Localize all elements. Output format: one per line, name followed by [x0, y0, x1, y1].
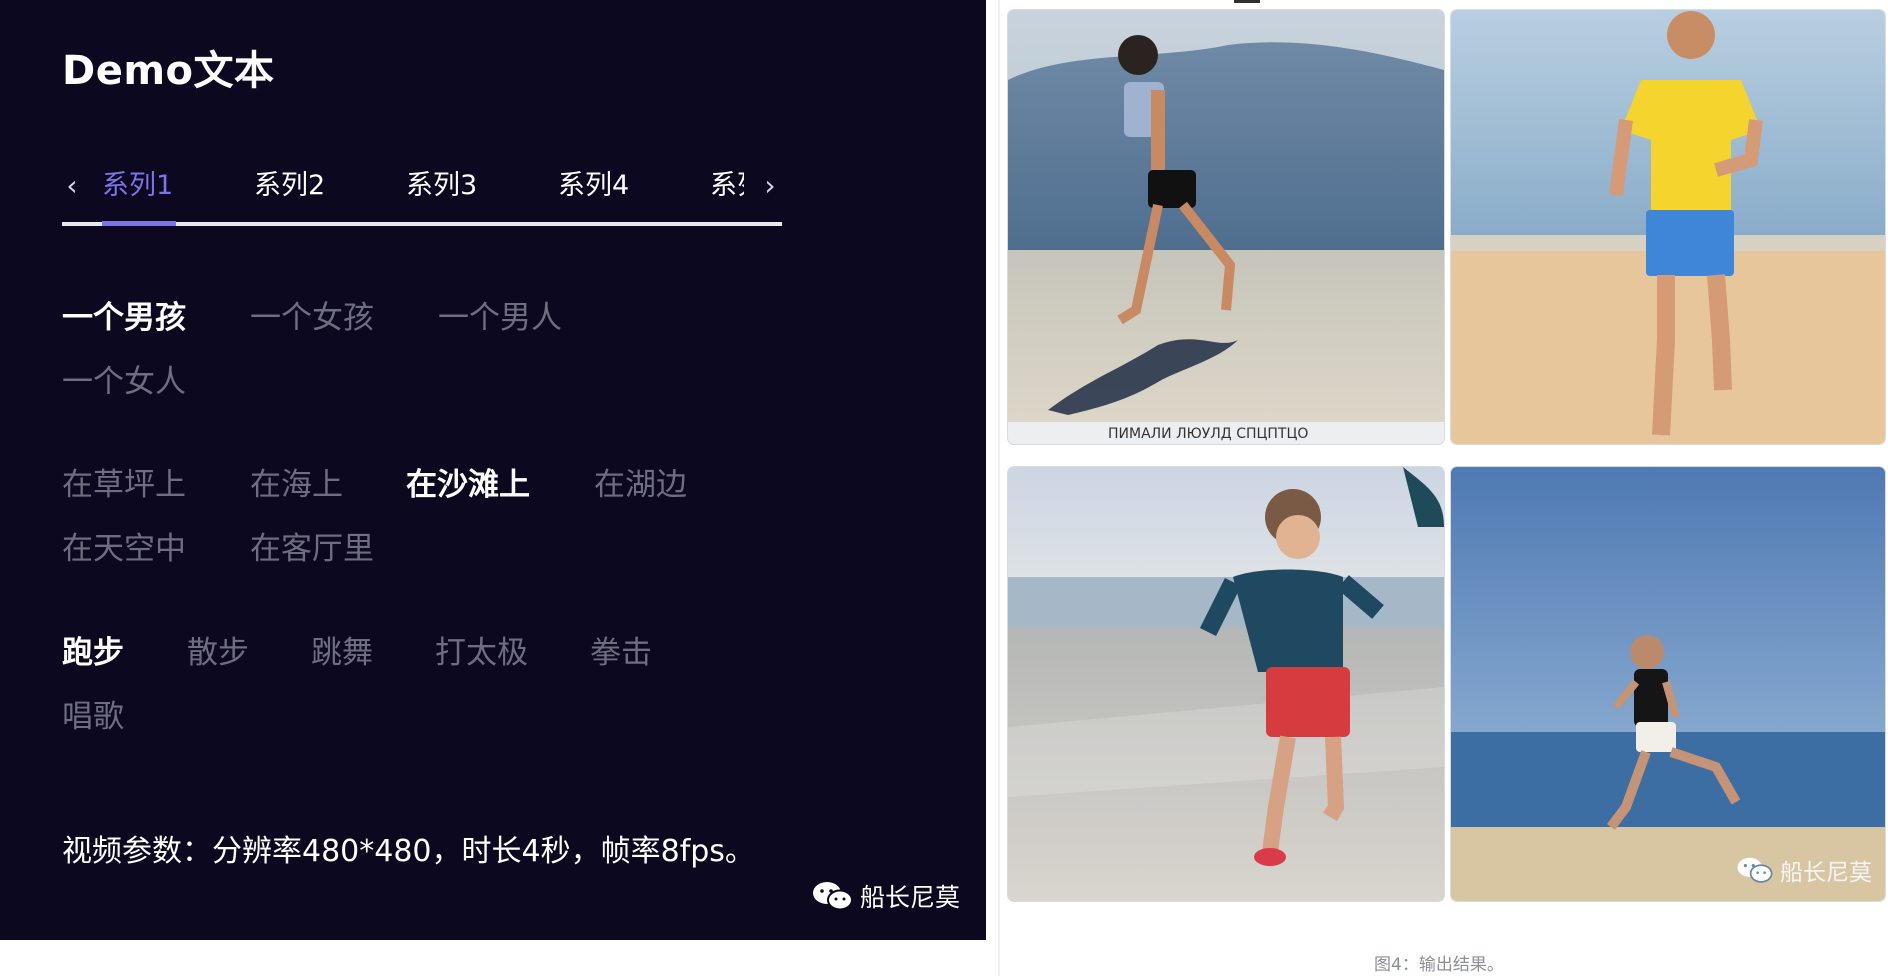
watermark-text: 船长尼莫 [860, 883, 961, 912]
wechat-icon [1737, 857, 1773, 883]
option-walking[interactable]: 散步 [187, 633, 249, 673]
figure-caption: 图4：输出结果。 [1374, 955, 1504, 975]
tab-series-4[interactable]: 系列4 [558, 170, 629, 202]
chevron-left-icon[interactable]: ‹ [62, 172, 82, 202]
tab-series-5[interactable]: 系列5 [710, 170, 744, 202]
option-taichi[interactable]: 打太极 [435, 633, 528, 673]
panel-title: Demo文本 [62, 48, 275, 94]
option-dancing[interactable]: 跳舞 [311, 633, 373, 673]
output-image-2 [1451, 10, 1885, 444]
option-man[interactable]: 一个男人 [438, 298, 562, 338]
gallery-watermark-text: 船长尼莫 [1780, 860, 1872, 886]
option-beach[interactable]: 在沙滩上 [406, 465, 530, 505]
image-strip-text: ПИМАЛИ ЛЮУЛД СПЦПТЦО [1108, 426, 1308, 442]
option-boxing[interactable]: 拳击 [590, 633, 652, 673]
option-woman[interactable]: 一个女人 [62, 362, 186, 402]
option-sea[interactable]: 在海上 [250, 465, 343, 505]
panel-divider [998, 0, 1000, 976]
option-boy[interactable]: 一个男孩 [62, 298, 186, 338]
option-running[interactable]: 跑步 [62, 633, 124, 673]
demo-panel: Demo文本 ‹ 系列1 系列2 系列3 系列4 系列5 › 一个男孩 一个女孩… [0, 0, 986, 940]
option-sky[interactable]: 在天空中 [62, 529, 186, 569]
option-living-room[interactable]: 在客厅里 [250, 529, 374, 569]
gallery-watermark: 船长尼莫 [1736, 853, 1872, 887]
tab-series-3[interactable]: 系列3 [406, 170, 477, 202]
output-image-4 [1451, 467, 1885, 901]
output-image-3 [1008, 467, 1444, 901]
option-girl[interactable]: 一个女孩 [250, 298, 374, 338]
series-tabs: ‹ 系列1 系列2 系列3 系列4 系列5 › [62, 160, 782, 226]
option-singing[interactable]: 唱歌 [62, 697, 124, 737]
output-image-1: ПИМАЛИ ЛЮУЛД СПЦПТЦО [1008, 10, 1444, 444]
chevron-right-icon[interactable]: › [760, 172, 780, 202]
top-notch [1234, 0, 1260, 3]
wechat-icon [813, 882, 853, 911]
tab-series-2[interactable]: 系列2 [254, 170, 325, 202]
watermark: 船长尼莫 [812, 878, 960, 914]
tab-active-indicator [102, 221, 176, 226]
video-params-text: 视频参数：分辨率480*480，时长4秒，帧率8fps。 [62, 834, 755, 869]
option-lawn[interactable]: 在草坪上 [62, 465, 186, 505]
option-lakeside[interactable]: 在湖边 [594, 465, 687, 505]
tab-series-1[interactable]: 系列1 [102, 170, 173, 202]
